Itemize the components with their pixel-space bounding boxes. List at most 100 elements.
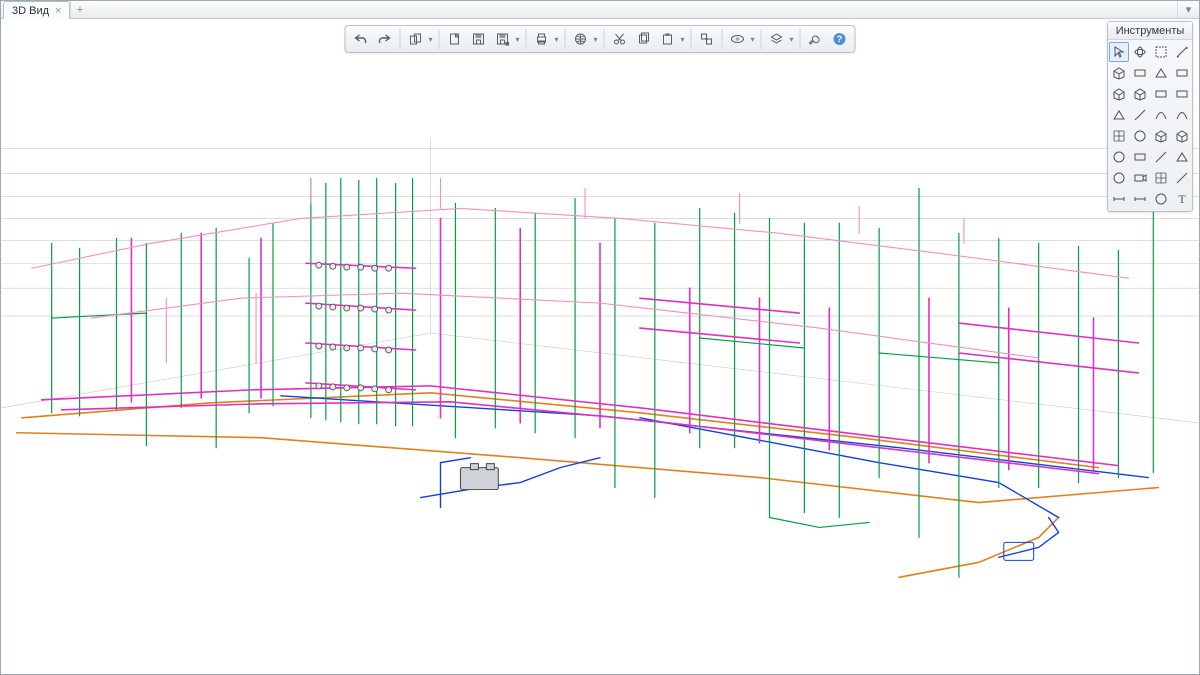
tab-close-icon[interactable]: × [55, 6, 61, 17]
tool-object[interactable] [1172, 126, 1192, 146]
visibility-icon [731, 32, 745, 46]
copy-props-button[interactable] [405, 28, 427, 50]
tool-marquee[interactable] [1151, 42, 1171, 62]
new-button[interactable] [444, 28, 466, 50]
camera-icon [1133, 171, 1147, 185]
angle-icon [1133, 192, 1147, 206]
print-button[interactable] [531, 28, 553, 50]
help-icon [833, 32, 847, 46]
tool-mesh[interactable] [1109, 126, 1129, 146]
viewport-3d[interactable] [1, 19, 1199, 674]
layers-dropdown[interactable]: ▾ [788, 28, 796, 50]
tab-expand-button[interactable]: ▾ [1177, 1, 1199, 18]
cut-icon [613, 32, 627, 46]
tool-orbit[interactable] [1130, 42, 1150, 62]
tab-3d-view[interactable]: 3D Вид × [3, 1, 70, 19]
tool-shape[interactable] [1130, 84, 1150, 104]
tab-add-button[interactable]: + [70, 1, 88, 18]
tool-detail[interactable] [1109, 168, 1129, 188]
line-icon [1133, 108, 1147, 122]
tool-text[interactable] [1172, 189, 1192, 209]
tool-grid[interactable] [1151, 168, 1171, 188]
grid-icon [1154, 171, 1168, 185]
redo-button[interactable] [374, 28, 396, 50]
layers-button[interactable] [766, 28, 788, 50]
level-icon [1175, 171, 1189, 185]
tool-window[interactable] [1172, 84, 1192, 104]
text-icon [1175, 192, 1189, 206]
print-icon [535, 32, 549, 46]
tool-stair[interactable] [1109, 105, 1129, 125]
link-button[interactable] [696, 28, 718, 50]
tool-lamp[interactable] [1109, 147, 1129, 167]
visibility-dropdown[interactable]: ▾ [749, 28, 757, 50]
toolbar-separator [761, 29, 762, 49]
spline-icon [1175, 108, 1189, 122]
paste-button[interactable] [657, 28, 679, 50]
roof-icon [1154, 66, 1168, 80]
new-icon [448, 32, 462, 46]
copy-props-icon [409, 32, 423, 46]
copy-props-dropdown[interactable]: ▾ [427, 28, 435, 50]
tool-angle[interactable] [1130, 189, 1150, 209]
settings-button[interactable] [805, 28, 827, 50]
tool-curve[interactable] [1151, 105, 1171, 125]
tool-beam[interactable] [1172, 63, 1192, 83]
tool-shell[interactable] [1151, 126, 1171, 146]
link-icon [700, 32, 714, 46]
marquee-icon [1154, 45, 1168, 59]
palette-title: Инструменты [1108, 22, 1192, 40]
app-window: 3D Вид × + ▾ [0, 0, 1200, 675]
tool-door[interactable] [1151, 84, 1171, 104]
tool-section[interactable] [1151, 147, 1171, 167]
tool-slab[interactable] [1130, 63, 1150, 83]
undo-button[interactable] [350, 28, 372, 50]
toolbar-separator [691, 29, 692, 49]
tool-column[interactable] [1109, 84, 1129, 104]
saveas-icon [496, 32, 510, 46]
morph-icon [1133, 129, 1147, 143]
tool-camera[interactable] [1130, 168, 1150, 188]
paste-icon [661, 32, 675, 46]
visibility-button[interactable] [727, 28, 749, 50]
toolbar-separator [800, 29, 801, 49]
stair-icon [1112, 108, 1126, 122]
model-canvas [1, 19, 1199, 674]
copy-button[interactable] [633, 28, 655, 50]
tool-level[interactable] [1172, 168, 1192, 188]
tool-line[interactable] [1130, 105, 1150, 125]
tool-zone[interactable] [1130, 147, 1150, 167]
save-button[interactable] [468, 28, 490, 50]
section-icon [1154, 150, 1168, 164]
tool-measure[interactable] [1172, 42, 1192, 62]
tab-label: 3D Вид [12, 5, 49, 17]
tool-wall[interactable] [1109, 63, 1129, 83]
publish-button[interactable] [570, 28, 592, 50]
tool-spline[interactable] [1172, 105, 1192, 125]
tab-strip: 3D Вид × + ▾ [1, 1, 1199, 19]
redo-icon [378, 32, 392, 46]
publish-dropdown[interactable]: ▾ [592, 28, 600, 50]
tool-elevation[interactable] [1172, 147, 1192, 167]
toolbar-separator [604, 29, 605, 49]
tool-roof[interactable] [1151, 63, 1171, 83]
saveas-button[interactable] [492, 28, 514, 50]
lamp-icon [1112, 150, 1126, 164]
orbit-icon [1133, 45, 1147, 59]
help-button[interactable] [829, 28, 851, 50]
print-dropdown[interactable]: ▾ [553, 28, 561, 50]
tool-morph[interactable] [1130, 126, 1150, 146]
saveas-dropdown[interactable]: ▾ [514, 28, 522, 50]
tool-pointer[interactable] [1109, 42, 1129, 62]
zone-icon [1133, 150, 1147, 164]
tool-dim[interactable] [1109, 189, 1129, 209]
main-toolbar: ▾ ▾ ▾ ▾ ▾ ▾ ▾ [345, 25, 856, 53]
tool-palette: Инструменты [1107, 21, 1193, 212]
toolbar-separator [722, 29, 723, 49]
cut-button[interactable] [609, 28, 631, 50]
detail-icon [1112, 171, 1126, 185]
paste-dropdown[interactable]: ▾ [679, 28, 687, 50]
tool-radial[interactable] [1151, 189, 1171, 209]
dim-icon [1112, 192, 1126, 206]
toolbar-separator [439, 29, 440, 49]
